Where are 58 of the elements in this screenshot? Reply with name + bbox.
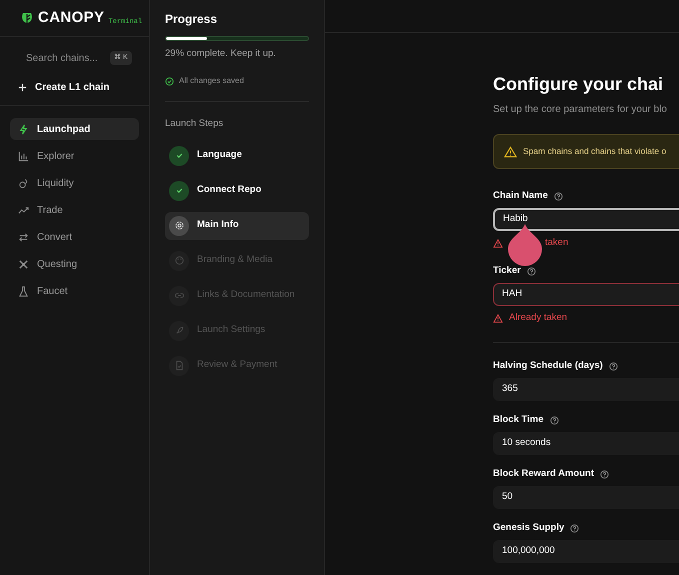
swap-arrows-icon	[18, 232, 29, 242]
warning-icon	[504, 146, 517, 158]
nav-item[interactable]: Faucet	[10, 280, 139, 302]
input-field[interactable]: 100,000,000	[493, 540, 679, 563]
check-icon	[169, 146, 189, 166]
error-icon	[493, 238, 503, 248]
nav-item[interactable]: Convert	[10, 226, 139, 248]
document-icon	[169, 356, 189, 376]
help-icon	[600, 470, 609, 478]
check-icon	[169, 180, 189, 200]
field-label: Ticker	[493, 264, 521, 278]
saved-status: All changes saved	[179, 75, 244, 88]
flask-icon	[18, 286, 29, 296]
nav-item[interactable]: Questing	[10, 253, 139, 275]
leaf-logo-icon	[20, 11, 34, 25]
error-text: Already taken	[509, 310, 568, 325]
nav-item[interactable]: Liquidity	[10, 172, 139, 194]
help-icon	[570, 524, 580, 532]
input-field[interactable]: 10 seconds	[493, 432, 679, 455]
help-icon	[550, 416, 559, 424]
help-icon	[554, 192, 563, 200]
field-label: Block Reward Amount	[493, 466, 594, 481]
step-item[interactable]: Language	[165, 142, 309, 170]
cross-icon	[18, 258, 29, 270]
error-text: taken	[545, 236, 568, 250]
form-subtitle: Set up the core parameters for your blo	[493, 103, 668, 117]
plus-icon	[18, 82, 27, 92]
input-field[interactable]: 50	[493, 486, 679, 509]
nav-item[interactable]: Explorer	[10, 145, 139, 167]
nav-item[interactable]: Trade	[10, 199, 139, 221]
field-label: Halving Schedule (days)	[493, 358, 603, 373]
bolt-icon	[18, 124, 29, 134]
field-label: Genesis Supply	[493, 520, 564, 535]
link-icon	[169, 286, 189, 306]
input-field[interactable]: HAH	[493, 283, 679, 306]
create-chain-button[interactable]: Create L1 chain	[0, 77, 149, 97]
steps-title: Launch Steps	[165, 117, 224, 132]
gear-icon	[169, 216, 189, 236]
input-field[interactable]: 365	[493, 378, 679, 401]
step-item[interactable]: Connect Repo	[165, 176, 309, 204]
step-item[interactable]: Main Info	[165, 212, 309, 240]
error-icon	[493, 314, 503, 322]
check-circle-icon	[165, 76, 174, 86]
help-icon	[608, 362, 618, 370]
field-label: Chain Name	[493, 188, 548, 203]
form-title: Configure your chai	[493, 73, 664, 96]
progress-title: Progress	[165, 11, 218, 28]
trend-line-icon	[18, 204, 29, 216]
search-field[interactable]: Search chains...	[26, 50, 102, 66]
brand-name: CANOPY	[38, 8, 104, 28]
touch-indicator	[508, 224, 542, 266]
help-icon	[526, 266, 536, 276]
progress-text: 29% complete. Keep it up.	[165, 47, 277, 61]
warning-text: Spam chains and chains that violate o	[523, 145, 666, 158]
input-field[interactable]: Habib	[493, 208, 679, 231]
field-label: Block Time	[493, 412, 544, 427]
bar-chart-icon	[18, 150, 29, 162]
nav-item[interactable]: Launchpad	[10, 118, 139, 140]
